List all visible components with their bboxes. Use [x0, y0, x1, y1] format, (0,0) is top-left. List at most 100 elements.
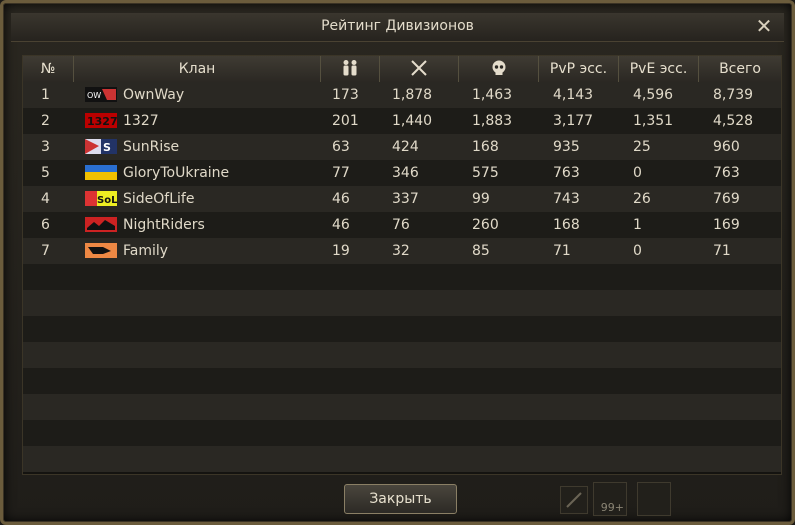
cell-clan: SunRise — [123, 139, 180, 155]
cell-pvp: 763 — [553, 165, 580, 181]
cell-members: 173 — [332, 87, 359, 103]
empty-table-row — [23, 264, 781, 290]
crossed-swords-icon — [411, 59, 427, 76]
cell-deaths: 85 — [472, 243, 490, 259]
table-row[interactable]: 6 NightRiders 46 76 260 168 1 169 — [23, 212, 781, 238]
header-total[interactable]: Всего — [699, 56, 781, 82]
edit-icon[interactable] — [560, 486, 588, 514]
cell-kills: 424 — [392, 139, 419, 155]
nightriders-emblem-icon — [85, 217, 117, 232]
empty-table-row — [23, 420, 781, 446]
cell-total: 960 — [713, 139, 740, 155]
header-number[interactable]: № — [23, 56, 74, 82]
cell-num: 2 — [41, 113, 50, 129]
cell-total: 8,739 — [713, 87, 754, 103]
table-row[interactable]: 1 OwnWay 173 1,878 1,463 4,143 4,596 8,739 OW — [23, 82, 781, 108]
empty-table-row — [23, 394, 781, 420]
empty-slot[interactable] — [637, 482, 671, 516]
cell-kills: 1,878 — [392, 87, 433, 103]
table-row[interactable]: 7 Family 19 32 85 71 0 71 — [23, 238, 781, 264]
cell-clan: OwnWay — [123, 87, 185, 103]
cell-kills: 32 — [392, 243, 410, 259]
cell-total: 769 — [713, 191, 740, 207]
header-kills[interactable] — [380, 56, 459, 82]
cell-pve: 0 — [633, 243, 642, 259]
title-bar[interactable]: Рейтинг Дивизионов ✕ — [11, 13, 784, 42]
cell-members: 63 — [332, 139, 350, 155]
cell-pve: 4,596 — [633, 87, 674, 103]
cell-pve: 0 — [633, 165, 642, 181]
table-row[interactable]: 4 SideOfLife 46 337 99 743 26 769 SoL — [23, 186, 781, 212]
empty-table-row — [23, 316, 781, 342]
cell-clan: NightRiders — [123, 217, 205, 233]
cell-clan: SideOfLife — [123, 191, 195, 207]
cell-pvp: 935 — [553, 139, 580, 155]
table-row[interactable]: 5 GloryToUkraine 77 346 575 763 0 763 — [23, 160, 781, 186]
cell-pvp: 743 — [553, 191, 580, 207]
cell-pve: 1,351 — [633, 113, 674, 129]
cell-total: 71 — [713, 243, 731, 259]
cell-clan: GloryToUkraine — [123, 165, 230, 181]
sideoflife-emblem-icon: SoL — [85, 191, 118, 206]
header-pve[interactable]: PvE эсс. — [619, 56, 699, 82]
cell-kills: 76 — [392, 217, 410, 233]
cell-pve: 26 — [633, 191, 651, 207]
cell-total: 763 — [713, 165, 740, 181]
cell-deaths: 168 — [472, 139, 499, 155]
skull-icon — [492, 60, 505, 75]
cell-num: 1 — [41, 87, 50, 103]
svg-text:1327: 1327 — [87, 115, 117, 128]
empty-table-row — [23, 368, 781, 394]
cell-members: 19 — [332, 243, 350, 259]
cell-num: 5 — [41, 165, 50, 181]
close-button[interactable]: Закрыть — [344, 484, 457, 514]
cell-members: 46 — [332, 217, 350, 233]
header-pvp[interactable]: PvP эсс. — [539, 56, 619, 82]
cell-num: 7 — [41, 243, 50, 259]
table-header: № Клан PvP эсс. PvE эсс. Всего — [23, 56, 781, 83]
empty-table-row — [23, 290, 781, 316]
empty-table-row — [23, 342, 781, 368]
cell-pvp: 71 — [553, 243, 571, 259]
close-icon[interactable]: ✕ — [754, 15, 774, 37]
svg-text:SoL: SoL — [97, 195, 117, 206]
1327-emblem-icon: 1327 — [85, 113, 118, 128]
cell-deaths: 575 — [472, 165, 499, 181]
header-deaths[interactable] — [459, 56, 539, 82]
cell-total: 4,528 — [713, 113, 754, 129]
table-row[interactable]: 3 SunRise 63 424 168 935 25 960 S — [23, 134, 781, 160]
people-icon — [343, 59, 357, 75]
sunrise-emblem-icon: S — [85, 139, 117, 154]
cell-num: 4 — [41, 191, 50, 207]
cell-members: 46 — [332, 191, 350, 207]
header-members[interactable] — [321, 56, 380, 82]
cell-deaths: 99 — [472, 191, 490, 207]
header-clan[interactable]: Клан — [74, 56, 321, 82]
table-row[interactable]: 2 1327 201 1,440 1,883 3,177 1,351 4,528 1327 — [23, 108, 781, 134]
svg-text:OW: OW — [87, 91, 101, 100]
cell-members: 77 — [332, 165, 350, 181]
cell-pvp: 3,177 — [553, 113, 594, 129]
item-slot[interactable]: 99+ — [593, 482, 627, 516]
cell-deaths: 1,883 — [472, 113, 513, 129]
cell-clan: 1327 — [123, 113, 159, 129]
cell-pvp: 4,143 — [553, 87, 594, 103]
rating-table: № Клан PvP эсс. PvE эсс. Всего 1 OwnWay 17… — [22, 55, 782, 475]
cell-num: 3 — [41, 139, 50, 155]
cell-members: 201 — [332, 113, 359, 129]
ukraine-flag-emblem-icon — [85, 165, 117, 180]
cell-deaths: 260 — [472, 217, 499, 233]
cell-pvp: 168 — [553, 217, 580, 233]
cell-clan: Family — [123, 243, 169, 259]
window-title: Рейтинг Дивизионов — [321, 18, 474, 34]
cell-kills: 1,440 — [392, 113, 433, 129]
cell-pve: 25 — [633, 139, 651, 155]
cell-pve: 1 — [633, 217, 642, 233]
cell-num: 6 — [41, 217, 50, 233]
ownway-emblem-icon: OW — [85, 87, 117, 102]
svg-text:S: S — [103, 141, 111, 154]
cell-kills: 346 — [392, 165, 419, 181]
slot-badge: 99+ — [600, 501, 624, 514]
empty-table-row — [23, 446, 781, 472]
family-emblem-icon — [85, 243, 117, 258]
